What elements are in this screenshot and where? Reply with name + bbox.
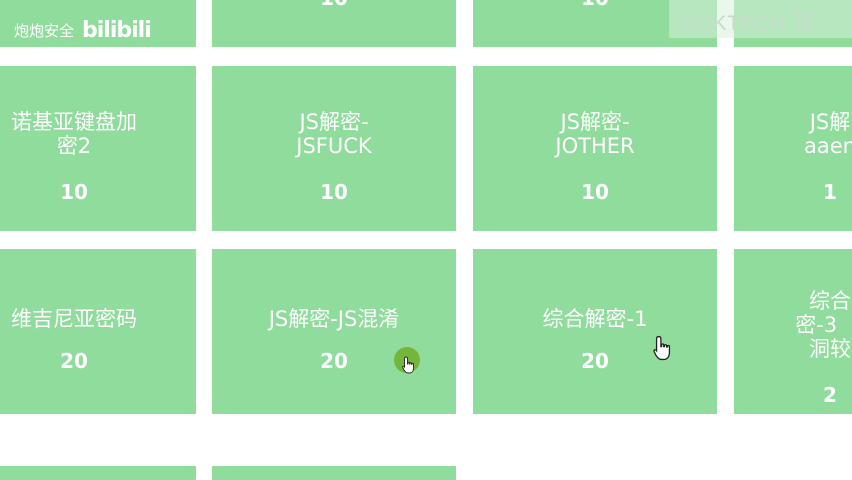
challenge-card[interactable]: JS解密- JSFUCK 10 xyxy=(212,66,456,231)
watermark: 炮炮安全 bilibili xyxy=(14,18,152,43)
challenge-card[interactable]: 综合解密-1 20 xyxy=(473,249,717,414)
challenge-points: 20 xyxy=(581,349,609,373)
challenge-card[interactable]: JS解密- JOTHER 10 xyxy=(473,66,717,231)
hand-pointer-icon xyxy=(653,335,671,361)
challenge-points: 10 xyxy=(581,180,609,204)
challenge-card[interactable] xyxy=(0,466,196,480)
challenge-card[interactable]: 诺基亚键盘加 密2 10 xyxy=(0,66,196,231)
challenge-title: 诺基亚键盘加 密2 xyxy=(11,110,137,158)
challenge-card[interactable]: 10 xyxy=(212,0,456,47)
challenge-title: JS解密- JSFUCK xyxy=(296,110,372,158)
challenge-card[interactable] xyxy=(212,466,456,480)
challenge-card[interactable]: JS解密-JS混淆 20 xyxy=(212,249,456,414)
challenge-title: JS解 aaen xyxy=(804,110,852,158)
challenge-card[interactable]: JS解 aaen 1 xyxy=(734,66,852,231)
challenge-points: 10 xyxy=(320,180,348,204)
challenge-points: 20 xyxy=(60,349,88,373)
bilibili-logo: bilibili xyxy=(82,18,152,43)
challenge-card[interactable]: 炮炮安全 bilibili xyxy=(0,0,196,47)
challenge-title: 综合解密-1 xyxy=(542,307,648,331)
brand-watermark: GOKTECH 郭 xyxy=(669,0,852,38)
challenge-title: JS解密-JS混淆 xyxy=(268,307,400,331)
challenge-card[interactable]: 维吉尼亚密码 20 xyxy=(0,249,196,414)
challenge-points: 10 xyxy=(212,0,456,10)
challenge-title: 综合 密-3 （ 洞较 xyxy=(795,289,852,361)
challenge-title: 维吉尼亚密码 xyxy=(11,307,137,331)
challenge-points: 2 xyxy=(823,383,837,407)
challenge-card[interactable]: 综合 密-3 （ 洞较 2 xyxy=(734,249,852,414)
hand-pointer-icon xyxy=(402,356,414,374)
challenge-points: 1 xyxy=(823,180,837,204)
challenge-points: 10 xyxy=(60,180,88,204)
brand-text: GOKTECH 郭 xyxy=(679,12,815,35)
watermark-text: 炮炮安全 xyxy=(14,22,75,40)
challenge-title: JS解密- JOTHER xyxy=(555,110,635,158)
